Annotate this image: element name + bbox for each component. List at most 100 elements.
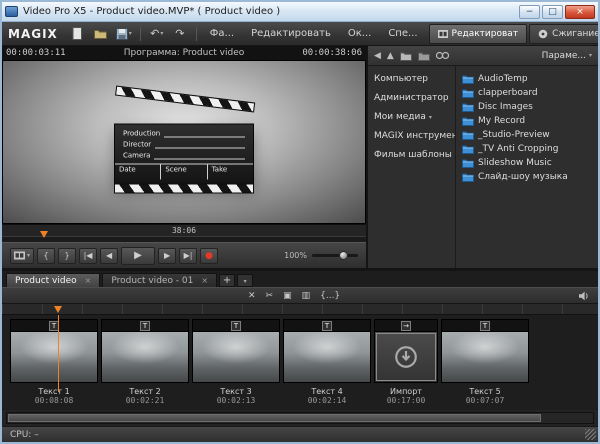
tab-burn-label: Сжигание (552, 29, 600, 39)
timeline-ruler[interactable] (2, 304, 598, 315)
view-options-button[interactable] (418, 51, 430, 61)
object-properties-button[interactable]: {...} (320, 291, 340, 301)
clapper-director-label: Director (123, 142, 151, 149)
timeline-clip-text-5[interactable]: T Текст 5 00:07:07 (441, 319, 529, 405)
minimize-button[interactable]: − (519, 5, 540, 19)
clip-thumbnail[interactable] (10, 331, 98, 383)
clip-thumbnail[interactable] (101, 331, 189, 383)
clip-thumbnail[interactable] (192, 331, 280, 383)
preview-header: 00:00:03:11 Программа: Product video 00:… (2, 46, 366, 60)
play-button[interactable]: ▶ (121, 247, 155, 265)
undo-button[interactable]: ↶ ▾ (148, 25, 166, 43)
timeline-scrollbar[interactable] (6, 412, 594, 424)
tab-list-button[interactable]: ▾ (237, 274, 253, 287)
folder-icon (462, 130, 474, 140)
range-out-button[interactable]: } (58, 248, 76, 264)
timeline-clip-text-3[interactable]: T Текст 3 00:02:13 (192, 319, 280, 405)
clip-duration: 00:02:21 (101, 396, 189, 405)
razor-button[interactable]: ▥ (302, 291, 311, 301)
jump-end-button[interactable]: ▶| (179, 248, 197, 264)
playhead-line[interactable] (58, 315, 59, 392)
tab-editing[interactable]: Редактироват (429, 24, 528, 44)
record-button[interactable]: ● (200, 248, 218, 264)
frame-forward-button[interactable]: ▶ (158, 248, 176, 264)
zoom-slider[interactable] (312, 254, 358, 257)
clip-label: Текст 1 (10, 387, 98, 396)
frame-back-button[interactable]: ◀ (100, 248, 118, 264)
text-object-icon: T (231, 321, 241, 331)
preview-mode-button[interactable]: ▾ (10, 248, 34, 264)
timeline-panel: Product video × Product video - 01 × + ▾… (2, 268, 598, 426)
nav-item-my-media[interactable]: Мои медиа▾ (374, 112, 455, 122)
folder-row[interactable]: AudioTemp (462, 72, 598, 86)
folder-row[interactable]: clapperboard (462, 86, 598, 100)
nav-item-magix-tools[interactable]: MAGIX инструменты▸ (374, 131, 455, 141)
redo-button[interactable]: ↷ (171, 25, 189, 43)
seek-playhead-marker[interactable] (40, 231, 48, 238)
clip-thumbnail[interactable] (283, 331, 371, 383)
tab-close-icon[interactable]: × (201, 276, 208, 285)
timeline-clip-text-4[interactable]: T Текст 4 00:02:14 (283, 319, 371, 405)
back-button[interactable]: ◀ (374, 51, 381, 61)
folder-row[interactable]: _TV Anti Cropping (462, 142, 598, 156)
folder-row[interactable]: My Record (462, 114, 598, 128)
import-placeholder[interactable] (374, 331, 438, 383)
menu-window[interactable]: Ок... (342, 28, 377, 39)
video-viewport[interactable]: Production Director Camera Date Scene Ta… (2, 60, 366, 224)
nav-item-computer[interactable]: Компьютер (374, 74, 455, 84)
chevron-down-icon: ▾ (429, 114, 432, 121)
timeline-track[interactable]: T Текст 1 00:08:08 T Текст 2 00:02:21 T … (2, 315, 598, 410)
options-label: Параме... (542, 51, 586, 61)
timeline-clip-import[interactable]: → Импорт 00:17:00 (374, 319, 438, 405)
jump-start-button[interactable]: |◀ (79, 248, 97, 264)
folder-up-button[interactable]: ▲ (387, 51, 394, 61)
open-project-button[interactable] (92, 25, 110, 43)
range-in-button[interactable]: { (37, 248, 55, 264)
zoom-slider-thumb[interactable] (339, 251, 348, 260)
open-folder-icon (94, 28, 107, 39)
clip-duration: 00:07:07 (441, 396, 529, 405)
timeline-tab-product-video-01[interactable]: Product video - 01 × (102, 273, 217, 287)
folder-icon (462, 74, 474, 84)
save-project-button[interactable]: ▾ (115, 25, 133, 43)
text-object-icon: T (480, 321, 490, 331)
scrollbar-thumb[interactable] (8, 414, 541, 422)
range-in-icon: { (43, 251, 48, 260)
menu-file[interactable]: Фа... (204, 28, 240, 39)
new-project-button[interactable] (69, 25, 87, 43)
folder-row[interactable]: Слайд-шоу музыка (462, 170, 598, 184)
titlebar[interactable]: Video Pro X5 - Product video.MVP* ( Prod… (2, 2, 598, 22)
tab-close-icon[interactable]: × (85, 276, 92, 285)
tab-burn[interactable]: Сжигание (529, 24, 600, 44)
folder-row[interactable]: Slideshow Music (462, 156, 598, 170)
preview-seekbar[interactable]: 38:06 (2, 224, 366, 242)
seek-ruler[interactable] (2, 236, 366, 242)
folder-row[interactable]: _Studio-Preview (462, 128, 598, 142)
menu-help[interactable]: Спе... (382, 28, 423, 39)
delete-object-button[interactable]: ✕ (248, 291, 256, 301)
clip-label: Текст 3 (192, 387, 280, 396)
menu-edit[interactable]: Редактировать (245, 28, 337, 39)
clapper-date-label: Date (115, 165, 161, 180)
clip-duration: 00:17:00 (374, 396, 438, 405)
timeline-clip-text-2[interactable]: T Текст 2 00:02:21 (101, 319, 189, 405)
toolbar-divider (196, 27, 197, 41)
up-icon: ▲ (387, 51, 394, 61)
close-button[interactable]: × (565, 5, 595, 19)
media-pool-options-button[interactable]: Параме... ▾ (542, 51, 592, 61)
copy-button[interactable]: ▣ (283, 291, 292, 301)
folder-row[interactable]: Disc Images (462, 100, 598, 114)
add-tab-button[interactable]: + (219, 274, 235, 287)
nav-item-movie-templates[interactable]: Фильм шаблоны (374, 150, 455, 160)
resize-grip[interactable] (585, 429, 596, 440)
timeline-clip-text-1[interactable]: T Текст 1 00:08:08 (10, 319, 98, 405)
search-button[interactable] (436, 51, 449, 60)
timeline-tab-product-video[interactable]: Product video × (6, 273, 100, 287)
nav-item-administrator[interactable]: Администратор (374, 93, 455, 103)
new-folder-button[interactable] (400, 51, 412, 61)
speaker-icon[interactable] (578, 291, 590, 301)
maximize-button[interactable]: □ (542, 5, 563, 19)
playhead-marker[interactable] (54, 306, 62, 313)
clip-thumbnail[interactable] (441, 331, 529, 383)
cut-button[interactable]: ✂ (266, 291, 274, 301)
